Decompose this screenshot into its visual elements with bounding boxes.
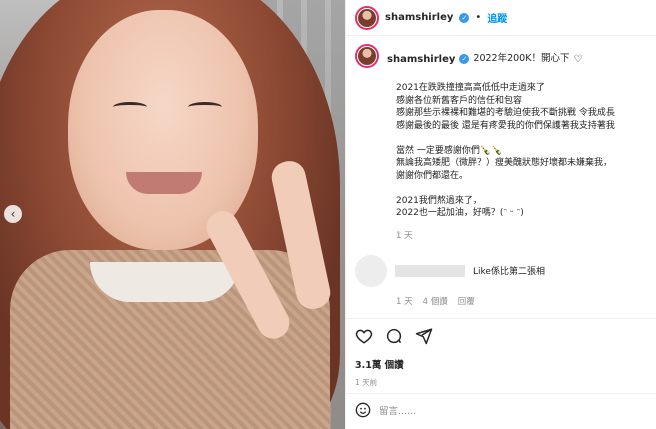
- post-actions: 3.1萬 個讚 1 天前: [346, 318, 656, 388]
- share-icon[interactable]: [415, 327, 433, 348]
- chevron-left-icon[interactable]: ‹: [4, 205, 22, 223]
- caption-username[interactable]: shamshirley: [387, 54, 455, 65]
- comment-text: Like係比第二張相: [473, 267, 545, 277]
- verified-badge-icon: ✓: [459, 12, 470, 23]
- mouth: [126, 172, 202, 194]
- blurred-avatar[interactable]: [355, 254, 387, 287]
- caption: shamshirley ✓ 2022年200K！開心下 ♡: [355, 44, 648, 68]
- post-header: shamshirley ✓ • 追蹤: [346, 0, 656, 36]
- add-comment-bar: [346, 393, 656, 429]
- comment-meta: 1 天 4 個讚 回覆: [396, 295, 648, 307]
- comment-input[interactable]: [379, 406, 619, 417]
- comment-likes[interactable]: 4 個讚: [423, 295, 448, 307]
- comment-icon[interactable]: [385, 327, 403, 348]
- right-eye: [188, 102, 222, 112]
- collar: [90, 262, 240, 302]
- heart-icon[interactable]: [355, 327, 373, 348]
- post-side-panel: shamshirley ✓ • 追蹤 shamshirley ✓ 2022年20…: [345, 0, 656, 429]
- blurred-username[interactable]: [395, 264, 465, 277]
- avatar[interactable]: [355, 5, 379, 30]
- caption-title: 2022年200K！開心下: [473, 53, 570, 64]
- comment-time: 1 天: [396, 296, 413, 307]
- likes-count[interactable]: 3.1萬 個讚: [355, 357, 648, 371]
- post-photo: ‹: [0, 0, 345, 429]
- heart-icon: ♡: [573, 53, 583, 65]
- follow-button[interactable]: 追蹤: [487, 10, 507, 25]
- username[interactable]: shamshirley: [385, 12, 453, 23]
- separator: •: [475, 12, 482, 23]
- comment-item: Like係比第二張相: [355, 254, 648, 287]
- caption-body: 2021在跌跌撞撞高高低低中走過來了 感謝各位新舊客戶的信任和包容 感謝那些示裸…: [396, 83, 615, 218]
- caption-time: 1 天: [396, 230, 413, 241]
- verified-badge-icon: ✓: [459, 54, 470, 64]
- left-eye: [113, 102, 147, 112]
- comments-section: shamshirley ✓ 2022年200K！開心下 ♡ 2021在跌跌撞撞高…: [346, 44, 656, 312]
- emoji-icon[interactable]: [355, 402, 371, 421]
- post-time: 1 天前: [355, 378, 378, 387]
- reply-button[interactable]: 回覆: [458, 295, 475, 307]
- avatar[interactable]: [355, 44, 379, 68]
